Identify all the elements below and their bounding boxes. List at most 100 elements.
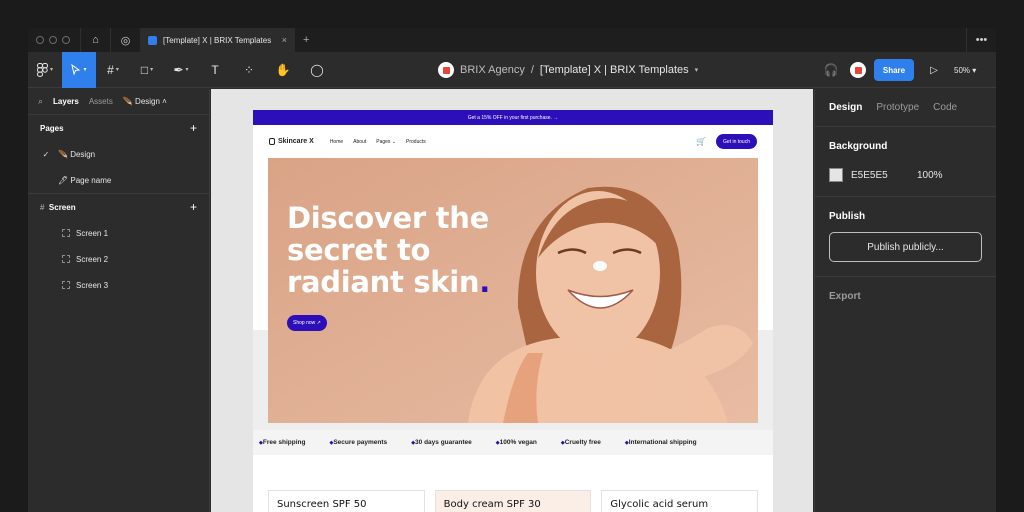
page-item-text: Design bbox=[70, 149, 96, 159]
color-swatch[interactable] bbox=[829, 168, 843, 182]
breadcrumb-team[interactable]: BRIX Agency bbox=[460, 64, 525, 76]
layer-item[interactable]: Screen 3 bbox=[28, 272, 209, 298]
globe-icon[interactable]: ◎ bbox=[110, 28, 140, 52]
hand-tool-button[interactable]: ✋ bbox=[266, 52, 300, 88]
search-icon[interactable]: ⌕ bbox=[38, 96, 43, 107]
site-nav: Skincare X Home About Pages ⌄ Products 🛒… bbox=[253, 125, 773, 158]
figma-logo-icon bbox=[36, 62, 48, 77]
product-cards: Sunscreen SPF 50 Body cream SPF 30 Glyco… bbox=[268, 490, 759, 512]
tab-assets[interactable]: Assets bbox=[89, 97, 113, 106]
pages-title: Pages bbox=[40, 123, 64, 133]
hero-accent-dot: . bbox=[479, 265, 490, 299]
frame-icon bbox=[62, 255, 70, 263]
product-card[interactable]: Body cream SPF 30 bbox=[434, 490, 592, 512]
comment-tool-button[interactable]: ◯ bbox=[300, 52, 334, 88]
screen-title: # Screen bbox=[40, 203, 76, 212]
product-card[interactable]: Glycolic acid serum bbox=[601, 490, 759, 512]
page-switcher[interactable]: 🪶 Design ˄ bbox=[123, 97, 167, 106]
frame-tool-button[interactable]: # ▾ bbox=[96, 52, 130, 88]
nav-link-text: Pages bbox=[376, 138, 391, 145]
export-section[interactable]: Export bbox=[815, 277, 996, 316]
hero-headline: Discover the secret to radiant skin. bbox=[287, 202, 490, 298]
feature-item: International shipping bbox=[625, 439, 697, 446]
window-controls bbox=[28, 36, 80, 44]
features-strip: Free shipping Secure payments 30 days gu… bbox=[253, 430, 773, 455]
page-item-page-name[interactable]: 🖊 Page name bbox=[28, 167, 209, 193]
comment-icon: ◯ bbox=[310, 62, 324, 77]
nav-link[interactable]: About bbox=[353, 139, 366, 145]
pages-header: Pages + bbox=[28, 115, 209, 141]
cart-icon[interactable]: 🛒 bbox=[696, 137, 706, 146]
publish-publicly-button[interactable]: Publish publicly... bbox=[829, 232, 982, 262]
page-item-label: 🖊 Page name bbox=[58, 175, 112, 185]
tab-code[interactable]: Code bbox=[933, 102, 957, 113]
close-tab-icon[interactable]: × bbox=[282, 35, 287, 45]
website-frame[interactable]: Get a 15% OFF in your first purchase. → … bbox=[253, 110, 773, 512]
resources-tool-button[interactable]: ⁘ bbox=[232, 52, 266, 88]
toolbar: ▾ ▾ # ▾ □ ▾ ✒ ▾ T ⁘ ✋ ◯ BRIX Agency / [Temp… bbox=[28, 51, 996, 88]
tab-layers[interactable]: Layers bbox=[53, 97, 79, 106]
breadcrumb-file[interactable]: [Template] X | BRIX Templates bbox=[540, 64, 689, 76]
layer-item-label: Screen 2 bbox=[76, 254, 109, 264]
chevron-down-icon[interactable]: ▾ bbox=[695, 66, 699, 74]
page-switcher-label: Design bbox=[135, 97, 160, 106]
feature-item: 100% vegan bbox=[496, 439, 537, 446]
nav-link[interactable]: Home bbox=[330, 139, 343, 145]
shape-tool-button[interactable]: □ ▾ bbox=[130, 52, 164, 88]
add-screen-icon[interactable]: + bbox=[190, 200, 197, 214]
hand-icon: ✋ bbox=[275, 62, 291, 77]
background-section: Background E5E5E5 100% bbox=[815, 127, 996, 197]
brix-team-logo bbox=[438, 62, 454, 78]
nav-link[interactable]: Products bbox=[406, 139, 426, 145]
design-canvas[interactable]: Get a 15% OFF in your first purchase. → … bbox=[211, 89, 813, 512]
get-in-touch-button[interactable]: Get in touch bbox=[716, 134, 757, 149]
text-tool-button[interactable]: T bbox=[198, 52, 232, 88]
page-item-text: Page name bbox=[70, 175, 112, 185]
feature-item: Cruelty free bbox=[561, 439, 601, 446]
file-tab-label: [Template] X | BRIX Templates bbox=[163, 35, 272, 45]
hero-line-text: radiant skin bbox=[287, 265, 480, 299]
breadcrumb-separator: / bbox=[530, 64, 534, 76]
brand-name: Skincare X bbox=[278, 138, 314, 145]
home-icon[interactable]: ⌂ bbox=[80, 28, 110, 52]
present-play-icon[interactable]: ▷ bbox=[922, 52, 946, 88]
page-item-design[interactable]: ✓ 🪶 Design bbox=[28, 141, 209, 167]
background-opacity-input[interactable]: 100% bbox=[917, 170, 943, 181]
close-window-dot[interactable] bbox=[36, 36, 44, 44]
add-page-icon[interactable]: + bbox=[190, 121, 197, 135]
product-card[interactable]: Sunscreen SPF 50 bbox=[268, 490, 425, 512]
hero-line: secret to bbox=[287, 233, 431, 267]
nav-link-pages[interactable]: Pages ⌄ bbox=[376, 139, 396, 145]
share-button[interactable]: Share bbox=[874, 59, 914, 81]
background-title: Background bbox=[829, 141, 888, 152]
minimize-window-dot[interactable] bbox=[49, 36, 57, 44]
layer-item-label: Screen 1 bbox=[76, 228, 109, 238]
move-tool-button[interactable]: ▾ bbox=[62, 51, 96, 88]
hero-image: Discover the secret to radiant skin. Sho… bbox=[268, 158, 758, 423]
maximize-window-dot[interactable] bbox=[62, 36, 70, 44]
shop-now-button[interactable]: Shop now ↗ bbox=[287, 315, 327, 331]
publish-title: Publish bbox=[829, 211, 866, 222]
screen-header[interactable]: # Screen + bbox=[28, 194, 209, 220]
pen-tool-button[interactable]: ✒ ▾ bbox=[164, 52, 198, 88]
tab-design[interactable]: Design bbox=[829, 102, 862, 113]
tab-prototype[interactable]: Prototype bbox=[876, 102, 919, 113]
rectangle-icon: □ bbox=[140, 62, 149, 77]
layer-item[interactable]: Screen 2 bbox=[28, 246, 209, 272]
hero-line: Discover the bbox=[287, 201, 489, 235]
bottle-icon bbox=[269, 138, 275, 145]
zoom-level[interactable]: 50% ▾ bbox=[954, 66, 988, 75]
layer-item[interactable]: Screen 1 bbox=[28, 220, 209, 246]
headphones-icon[interactable]: 🎧 bbox=[820, 52, 842, 88]
background-hex-input[interactable]: E5E5E5 bbox=[851, 170, 917, 181]
avatar[interactable] bbox=[850, 62, 866, 78]
text-icon: T bbox=[211, 62, 219, 77]
new-tab-button[interactable]: + bbox=[295, 34, 317, 46]
screen-title-text: Screen bbox=[48, 202, 76, 212]
app-window: ⌂ ◎ [Template] X | BRIX Templates × + ••… bbox=[28, 28, 996, 512]
main-menu-button[interactable]: ▾ bbox=[28, 52, 62, 88]
more-menu-icon[interactable]: ••• bbox=[966, 28, 996, 52]
file-tab[interactable]: [Template] X | BRIX Templates × bbox=[140, 28, 295, 52]
hero-line-3: radiant skin. bbox=[287, 266, 490, 298]
pen-icon: ✒ bbox=[173, 62, 184, 77]
